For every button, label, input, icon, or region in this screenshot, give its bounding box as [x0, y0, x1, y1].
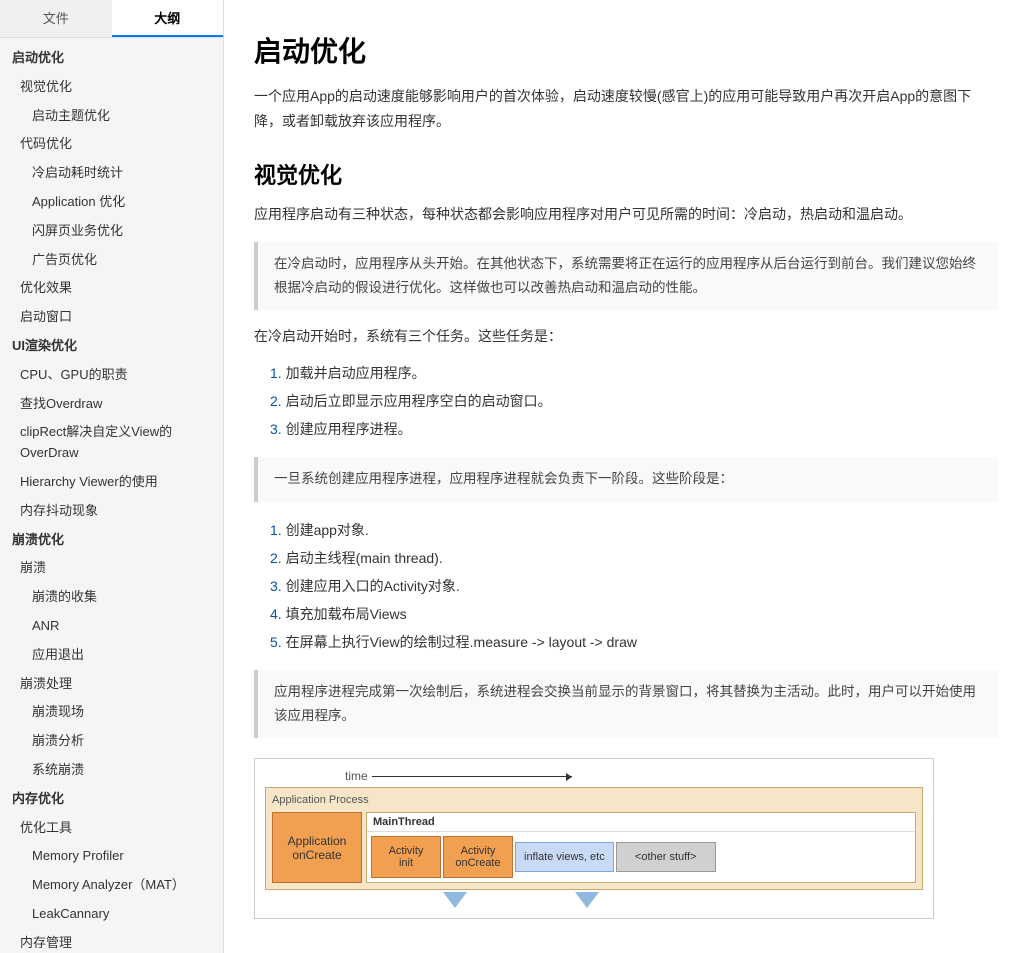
- sidebar-nav-item[interactable]: 崩溃优化: [0, 526, 223, 555]
- startup-diagram: time Application Process Application onC…: [254, 758, 934, 919]
- sidebar-nav-item[interactable]: 应用退出: [0, 641, 223, 670]
- process-box: Application Process Application onCreate…: [265, 787, 923, 890]
- thread-blocks: Activity initActivity onCreateinflate vi…: [367, 832, 915, 882]
- sidebar-nav-item[interactable]: 广告页优化: [0, 246, 223, 275]
- sidebar: 文件 大纲 启动优化视觉优化启动主题优化代码优化冷启动耗时统计Applicati…: [0, 0, 224, 953]
- intro-text: 一个应用App的启动速度能够影响用户的首次体验，启动速度较慢(感官上)的应用可能…: [254, 84, 998, 134]
- blockquote-3: 应用程序进程完成第一次绘制后，系统进程会交换当前显示的背景窗口，将其替换为主活动…: [254, 670, 998, 739]
- sidebar-nav-item[interactable]: Memory Analyzer（MAT）: [0, 871, 223, 900]
- list-item: 3. 创建应用程序进程。: [270, 415, 998, 443]
- list-item: 4. 填充加载布局Views: [270, 600, 998, 628]
- triangle-2: [575, 892, 599, 908]
- thread-block: Activity init: [371, 836, 441, 878]
- sidebar-nav-item[interactable]: 查找Overdraw: [0, 390, 223, 419]
- sidebar-nav-item[interactable]: 系统崩溃: [0, 756, 223, 785]
- sidebar-nav-item[interactable]: 优化工具: [0, 814, 223, 843]
- sidebar-nav-item[interactable]: ANR: [0, 612, 223, 641]
- sidebar-nav-item[interactable]: Hierarchy Viewer的使用: [0, 468, 223, 497]
- list-item: 3. 创建应用入口的Activity对象.: [270, 572, 998, 600]
- page-title: 启动优化: [254, 30, 998, 70]
- diagram-inner: Application onCreate MainThread Activity…: [272, 812, 916, 883]
- main-thread-section: MainThread Activity initActivity onCreat…: [366, 812, 916, 883]
- thread-block: inflate views, etc: [515, 842, 614, 872]
- blockquote-2: 一旦系统创建应用程序进程，应用程序进程就会负责下一阶段。这些阶段是：: [254, 457, 998, 501]
- sidebar-nav-item[interactable]: 优化效果: [0, 274, 223, 303]
- triangle-1: [443, 892, 467, 908]
- sidebar-nav-item[interactable]: clipRect解决自定义View的OverDraw: [0, 418, 223, 468]
- bottom-triangles: [359, 890, 923, 908]
- sidebar-nav-item[interactable]: 视觉优化: [0, 73, 223, 102]
- sidebar-nav-item[interactable]: 内存优化: [0, 785, 223, 814]
- sidebar-nav-item[interactable]: LeakCannary: [0, 900, 223, 929]
- sidebar-nav-item[interactable]: 内存管理: [0, 929, 223, 953]
- process-label: Application Process: [272, 794, 916, 806]
- tab-file[interactable]: 文件: [0, 0, 112, 37]
- main-thread-label: MainThread: [367, 813, 915, 832]
- sidebar-nav-item[interactable]: Application 优化: [0, 188, 223, 217]
- sidebar-nav-item[interactable]: 崩溃现场: [0, 698, 223, 727]
- sidebar-nav-item[interactable]: 崩溃: [0, 554, 223, 583]
- sidebar-nav-item[interactable]: 冷启动耗时统计: [0, 159, 223, 188]
- tasks-intro: 在冷启动开始时，系统有三个任务。这些任务是：: [254, 324, 998, 349]
- sidebar-nav-item[interactable]: 代码优化: [0, 130, 223, 159]
- section1-text: 应用程序启动有三种状态，每种状态都会影响应用程序对用户可见所需的时间：冷启动，热…: [254, 202, 998, 227]
- app-box: Application onCreate: [272, 812, 362, 883]
- sidebar-nav-item[interactable]: 崩溃处理: [0, 670, 223, 699]
- list-item: 1. 创建app对象.: [270, 516, 998, 544]
- tasks-list: 1. 加载并启动应用程序。2. 启动后立即显示应用程序空白的启动窗口。3. 创建…: [270, 359, 998, 443]
- thread-block: Activity onCreate: [443, 836, 513, 878]
- list-item: 2. 启动主线程(main thread).: [270, 544, 998, 572]
- phases-list: 1. 创建app对象.2. 启动主线程(main thread).3. 创建应用…: [270, 516, 998, 656]
- tab-outline[interactable]: 大纲: [112, 0, 224, 37]
- sidebar-nav-item[interactable]: 启动优化: [0, 44, 223, 73]
- app-box-line2: onCreate: [292, 848, 341, 862]
- blockquote-1: 在冷启动时，应用程序从头开始。在其他状态下，系统需要将正在运行的应用程序从后台运…: [254, 242, 998, 311]
- sidebar-nav-item[interactable]: CPU、GPU的职责: [0, 361, 223, 390]
- time-label: time: [345, 769, 923, 783]
- sidebar-nav-item[interactable]: Memory Profiler: [0, 842, 223, 871]
- sidebar-nav-item[interactable]: 闪屏页业务优化: [0, 217, 223, 246]
- sidebar-nav-item[interactable]: UI渲染优化: [0, 332, 223, 361]
- list-item: 1. 加载并启动应用程序。: [270, 359, 998, 387]
- sidebar-nav-item[interactable]: 内存抖动现象: [0, 497, 223, 526]
- list-item: 5. 在屏幕上执行View的绘制过程.measure -> layout -> …: [270, 628, 998, 656]
- list-item: 2. 启动后立即显示应用程序空白的启动窗口。: [270, 387, 998, 415]
- sidebar-nav-item[interactable]: 启动窗口: [0, 303, 223, 332]
- sidebar-nav-item[interactable]: 启动主题优化: [0, 102, 223, 131]
- sidebar-nav: 启动优化视觉优化启动主题优化代码优化冷启动耗时统计Application 优化闪…: [0, 38, 223, 953]
- sidebar-nav-item[interactable]: 崩溃的收集: [0, 583, 223, 612]
- sidebar-nav-item[interactable]: 崩溃分析: [0, 727, 223, 756]
- main-content: 启动优化 一个应用App的启动速度能够影响用户的首次体验，启动速度较慢(感官上)…: [224, 0, 1028, 953]
- section1-title: 视觉优化: [254, 158, 998, 190]
- thread-block: <other stuff>: [616, 842, 716, 872]
- app-box-line1: Application: [288, 834, 347, 848]
- time-arrow: [372, 776, 572, 777]
- sidebar-tabs: 文件 大纲: [0, 0, 223, 38]
